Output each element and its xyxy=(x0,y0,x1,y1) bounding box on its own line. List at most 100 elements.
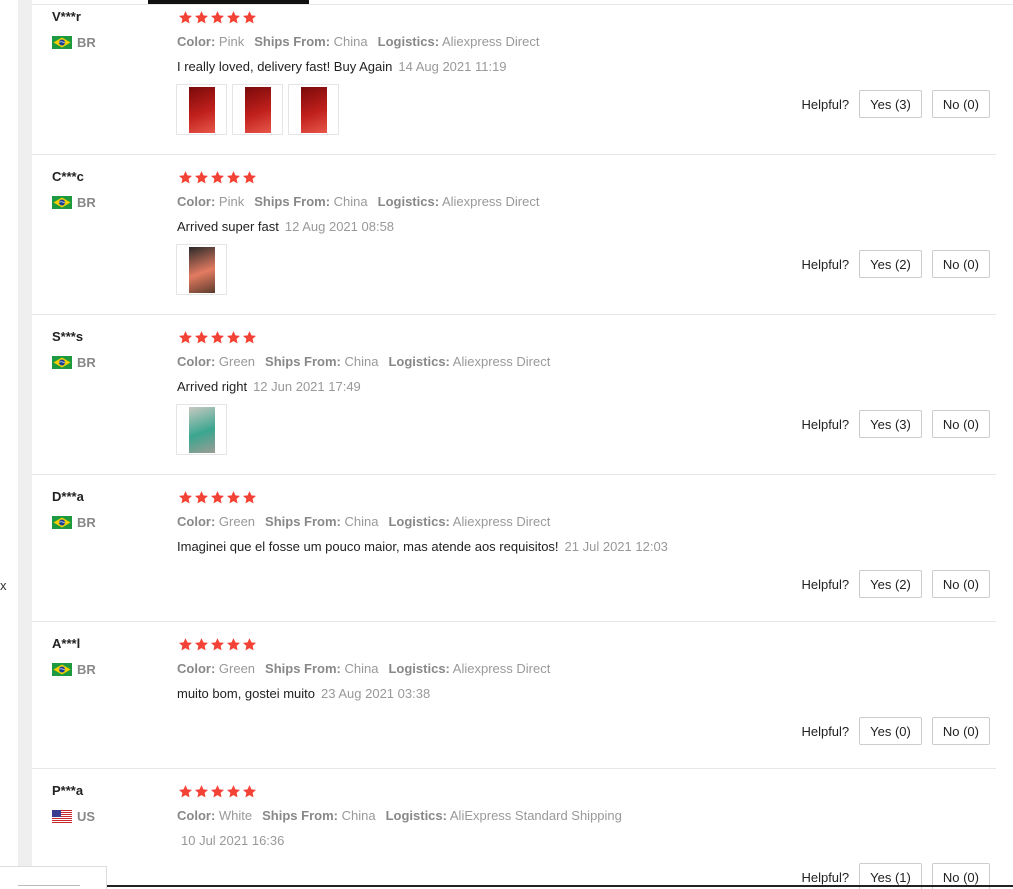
review-item: D***a BR Color: Green Ships From: China Logi… xyxy=(32,475,996,622)
reviewer-name: A***l xyxy=(52,636,81,651)
review-date: 21 Jul 2021 12:03 xyxy=(564,539,668,554)
helpful-label: Helpful? xyxy=(801,576,850,592)
review-date: 23 Aug 2021 03:38 xyxy=(321,686,431,701)
attribute-label-color: Color: xyxy=(177,514,216,529)
review-photo-thumbnail[interactable] xyxy=(176,404,227,455)
star-icon xyxy=(226,171,241,184)
star-icon xyxy=(194,785,209,798)
review-photos xyxy=(176,404,227,455)
helpful-yes-button[interactable]: Yes (3) xyxy=(859,410,922,438)
attribute-label-color: Color: xyxy=(177,34,216,49)
attribute-value-ships-from: China xyxy=(341,808,376,823)
star-rating xyxy=(178,490,257,505)
star-icon xyxy=(178,11,193,24)
star-icon xyxy=(242,638,257,651)
attribute-value-ships-from: China xyxy=(344,661,379,676)
star-icon xyxy=(178,491,193,504)
helpful-no-button[interactable]: No (0) xyxy=(931,90,990,118)
helpful-yes-button[interactable]: Yes (3) xyxy=(859,90,922,118)
helpful-label: Helpful? xyxy=(801,256,850,272)
helpful-yes-button[interactable]: Yes (2) xyxy=(859,250,922,278)
review-text: muito bom, gostei muito xyxy=(177,686,316,701)
reviewer-country: BR xyxy=(52,515,96,530)
review-photo-thumbnail[interactable] xyxy=(176,244,227,295)
attribute-label-color: Color: xyxy=(177,354,216,369)
attribute-value-logistics: Aliexpress Direct xyxy=(452,354,551,369)
helpful-no-button[interactable]: No (0) xyxy=(931,410,990,438)
review-text: Arrived super fast xyxy=(177,219,279,234)
red-product-photo xyxy=(300,86,327,133)
star-icon xyxy=(242,11,257,24)
attribute-value-logistics: Aliexpress Direct xyxy=(441,194,540,209)
reviewer-country: BR xyxy=(52,195,96,210)
star-icon xyxy=(242,491,257,504)
reviewer-country: BR xyxy=(52,662,96,677)
attribute-value-color: Pink xyxy=(218,34,245,49)
helpful-no-button[interactable]: No (0) xyxy=(931,250,990,278)
left-scroll-gutter xyxy=(18,0,32,889)
product-attributes: Color: Pink Ships From: China Logistics: A… xyxy=(177,34,539,49)
product-attributes: Color: Green Ships From: China Logistics: … xyxy=(177,514,550,529)
attribute-label-logistics: Logistics: xyxy=(377,34,440,49)
attribute-label-logistics: Logistics: xyxy=(377,194,440,209)
attribute-label-logistics: Logistics: xyxy=(388,661,450,676)
attribute-label-logistics: Logistics: xyxy=(385,808,447,823)
star-rating xyxy=(178,784,257,799)
attribute-value-color: Pink xyxy=(218,194,245,209)
star-icon xyxy=(242,785,257,798)
attribute-label-logistics: Logistics: xyxy=(388,514,450,529)
review-text: I really loved, delivery fast! Buy Again xyxy=(177,59,393,74)
helpful-yes-button[interactable]: Yes (2) xyxy=(859,570,922,598)
attribute-label-ships-from: Ships From: xyxy=(254,34,331,49)
review-item: P***a US Color: White Ships From: China Logi… xyxy=(32,769,996,889)
attribute-value-logistics: AliExpress Standard Shipping xyxy=(449,808,622,823)
review-comment: Imaginei que el fosse um pouco maior, ma… xyxy=(177,539,668,554)
star-rating xyxy=(178,330,257,345)
attribute-value-ships-from: China xyxy=(344,354,379,369)
helpful-vote: Helpful? Yes (0) No (0) xyxy=(801,717,990,745)
star-icon xyxy=(226,491,241,504)
review-item: V***r BR Color: Pink Ships From: China Logis… xyxy=(32,0,996,155)
brazil-flag-icon xyxy=(52,516,72,529)
attribute-label-color: Color: xyxy=(177,194,216,209)
review-photo-thumbnail[interactable] xyxy=(232,84,283,135)
side-close-mark[interactable]: x xyxy=(0,578,7,593)
star-icon xyxy=(226,638,241,651)
attribute-value-color: White xyxy=(218,808,253,823)
review-date: 14 Aug 2021 11:19 xyxy=(398,59,507,74)
review-photo-thumbnail[interactable] xyxy=(176,84,227,135)
country-code: BR xyxy=(77,35,96,50)
helpful-vote: Helpful? Yes (2) No (0) xyxy=(801,570,990,598)
attribute-value-ships-from: China xyxy=(333,194,368,209)
product-attributes: Color: Pink Ships From: China Logistics: A… xyxy=(177,194,539,209)
review-photo-thumbnail[interactable] xyxy=(288,84,339,135)
star-icon xyxy=(242,171,257,184)
reviewer-name: D***a xyxy=(52,489,84,504)
attribute-value-ships-from: China xyxy=(333,34,368,49)
helpful-no-button[interactable]: No (0) xyxy=(931,717,990,745)
pink-humidifier-photo xyxy=(188,246,215,293)
star-icon xyxy=(210,491,225,504)
star-icon xyxy=(242,331,257,344)
helpful-yes-button[interactable]: Yes (0) xyxy=(859,717,922,745)
review-text: Arrived right xyxy=(177,379,248,394)
star-icon xyxy=(210,785,225,798)
product-attributes: Color: Green Ships From: China Logistics: … xyxy=(177,354,550,369)
review-comment: I really loved, delivery fast! Buy Again… xyxy=(177,59,507,74)
helpful-no-button[interactable]: No (0) xyxy=(931,570,990,598)
helpful-vote: Helpful? Yes (3) No (0) xyxy=(801,90,990,118)
star-icon xyxy=(194,331,209,344)
star-icon xyxy=(210,331,225,344)
attribute-value-color: Green xyxy=(218,514,256,529)
helpful-label: Helpful? xyxy=(801,96,850,112)
star-icon xyxy=(210,171,225,184)
star-rating xyxy=(178,170,257,185)
attribute-value-logistics: Aliexpress Direct xyxy=(452,514,551,529)
star-icon xyxy=(194,11,209,24)
country-code: BR xyxy=(77,515,96,530)
brazil-flag-icon xyxy=(52,663,72,676)
bottom-left-dash xyxy=(18,885,80,886)
reviewer-name: C***c xyxy=(52,169,84,184)
attribute-label-logistics: Logistics: xyxy=(388,354,450,369)
attribute-label-ships-from: Ships From: xyxy=(254,194,331,209)
